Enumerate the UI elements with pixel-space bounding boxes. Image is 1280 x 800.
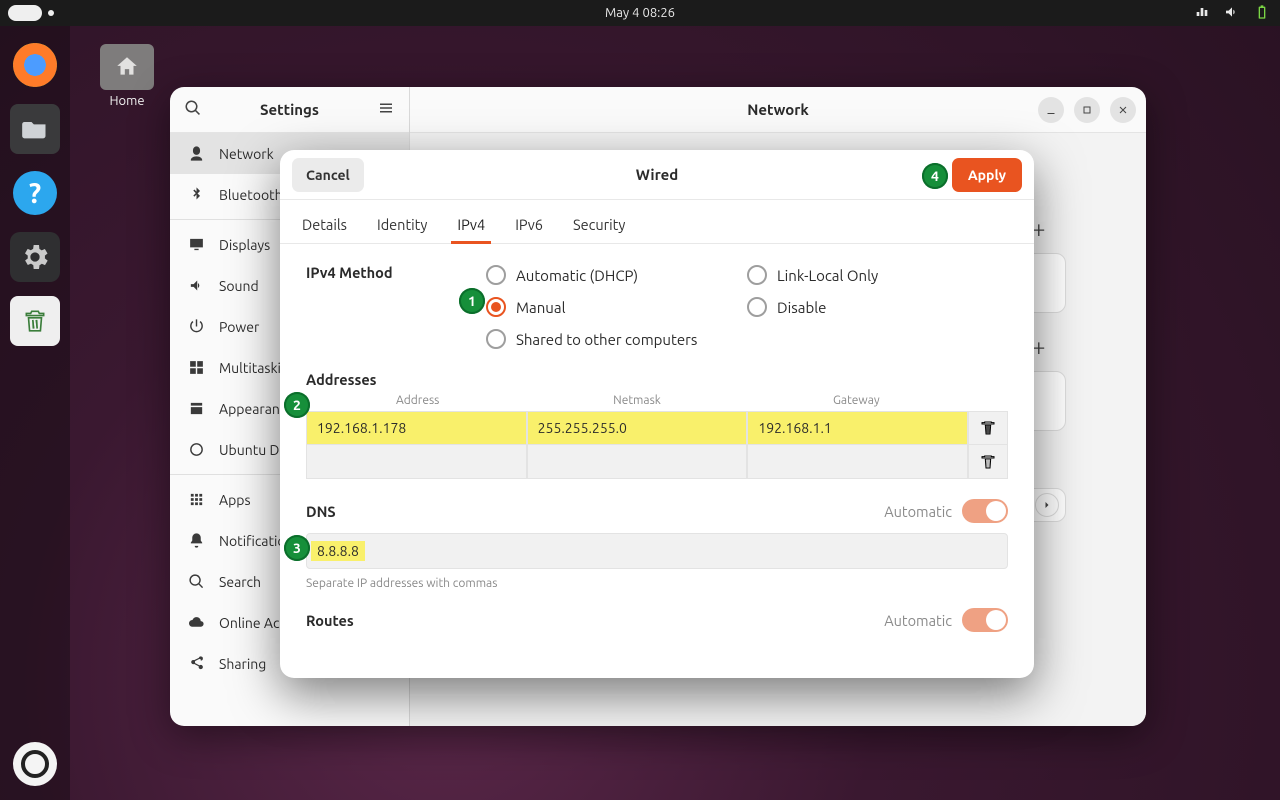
tab-details[interactable]: Details <box>302 216 347 243</box>
annotation-3: 3 <box>284 535 310 561</box>
desktop-home-folder[interactable]: Home <box>100 44 154 108</box>
method-shared[interactable]: Shared to other computers <box>486 329 747 349</box>
add-wired-button[interactable]: + <box>1032 215 1054 237</box>
netmask-input[interactable]: 255.255.255.0 <box>527 411 748 445</box>
hamburger-icon[interactable] <box>377 99 395 121</box>
add-vpn-button[interactable]: + <box>1032 333 1054 355</box>
dns-label: DNS <box>306 503 336 520</box>
method-auto[interactable]: Automatic (DHCP) <box>486 265 747 285</box>
col-netmask: Netmask <box>527 394 746 407</box>
help-launcher[interactable]: ? <box>10 168 60 218</box>
sidebar-item-label: Apps <box>219 492 251 508</box>
addresses-label: Addresses <box>306 371 1008 388</box>
window-close-button[interactable] <box>1110 97 1136 123</box>
tab-identity[interactable]: Identity <box>377 216 427 243</box>
ipv4-method-label: IPv4 Method <box>306 264 486 281</box>
sidebar-item-label: Bluetooth <box>219 187 283 203</box>
dns-hint: Separate IP addresses with commas <box>306 577 1008 590</box>
activities-dot <box>48 10 54 16</box>
col-gateway: Gateway <box>747 394 966 407</box>
sidebar-item-label: Search <box>219 574 261 590</box>
dns-automatic-toggle[interactable] <box>962 499 1008 523</box>
clock[interactable]: May 4 08:26 <box>605 6 675 20</box>
address-row: 192.168.1.178255.255.255.0192.168.1.1 <box>306 411 1008 445</box>
annotation-2: 2 <box>284 392 310 418</box>
method-manual-label: Manual <box>516 299 566 316</box>
volume-icon[interactable] <box>1224 4 1240 23</box>
sidebar-item-label: Network <box>219 146 274 162</box>
window-maximize-button[interactable] <box>1074 97 1100 123</box>
dialog-tabs: Details Identity IPv4 IPv6 Security <box>280 200 1034 244</box>
settings-title: Settings <box>260 101 319 118</box>
dns-input[interactable]: 8.8.8.8 <box>306 533 1008 569</box>
dock: ? <box>0 26 70 800</box>
delete-address-button <box>968 445 1008 479</box>
settings-launcher[interactable] <box>10 232 60 282</box>
sidebar-item-label: Sound <box>219 278 259 294</box>
activities-indicator[interactable] <box>8 5 42 21</box>
dns-value: 8.8.8.8 <box>311 541 365 561</box>
routes-automatic-label: Automatic <box>884 612 952 629</box>
sidebar-item-label: Sharing <box>219 656 266 672</box>
address-row <box>306 445 1008 479</box>
apply-button[interactable]: Apply <box>952 158 1022 192</box>
trash-launcher[interactable] <box>10 296 60 346</box>
search-icon[interactable] <box>184 99 202 121</box>
sidebar-item-label: Power <box>219 319 259 335</box>
routes-automatic-toggle[interactable] <box>962 608 1008 632</box>
method-shared-label: Shared to other computers <box>516 331 697 348</box>
content-title: Network <box>747 101 809 118</box>
routes-label: Routes <box>306 612 354 629</box>
method-disable-label: Disable <box>777 299 826 316</box>
desktop-home-label: Home <box>100 94 154 108</box>
system-top-bar: May 4 08:26 <box>0 0 1280 26</box>
firefox-launcher[interactable] <box>10 40 60 90</box>
show-apps-launcher[interactable] <box>13 742 57 786</box>
method-disable[interactable]: Disable <box>747 297 1008 317</box>
method-link-label: Link-Local Only <box>777 267 878 284</box>
tab-ipv6[interactable]: IPv6 <box>515 216 543 243</box>
files-launcher[interactable] <box>10 104 60 154</box>
address-input[interactable]: 192.168.1.178 <box>306 411 527 445</box>
chevron-right-icon <box>1035 493 1059 517</box>
window-minimize-button[interactable] <box>1038 97 1064 123</box>
network-status-icon[interactable] <box>1194 4 1210 23</box>
delete-address-button[interactable] <box>968 411 1008 445</box>
address-input[interactable] <box>306 445 527 479</box>
tab-security[interactable]: Security <box>573 216 625 243</box>
cancel-button[interactable]: Cancel <box>292 158 364 192</box>
sidebar-item-label: Displays <box>219 237 270 253</box>
netmask-input[interactable] <box>527 445 748 479</box>
battery-icon[interactable] <box>1254 4 1270 23</box>
tab-ipv4[interactable]: IPv4 <box>457 216 485 243</box>
gateway-input[interactable] <box>747 445 968 479</box>
col-address: Address <box>308 394 527 407</box>
method-link[interactable]: Link-Local Only <box>747 265 1008 285</box>
dns-automatic-label: Automatic <box>884 503 952 520</box>
dialog-title: Wired <box>636 166 679 183</box>
annotation-4: 4 <box>922 163 948 189</box>
annotation-1: 1 <box>459 288 485 314</box>
method-auto-label: Automatic (DHCP) <box>516 267 638 284</box>
gateway-input[interactable]: 192.168.1.1 <box>747 411 968 445</box>
method-manual[interactable]: Manual <box>486 297 747 317</box>
wired-settings-dialog: Cancel Wired Apply Details Identity IPv4… <box>280 150 1034 678</box>
